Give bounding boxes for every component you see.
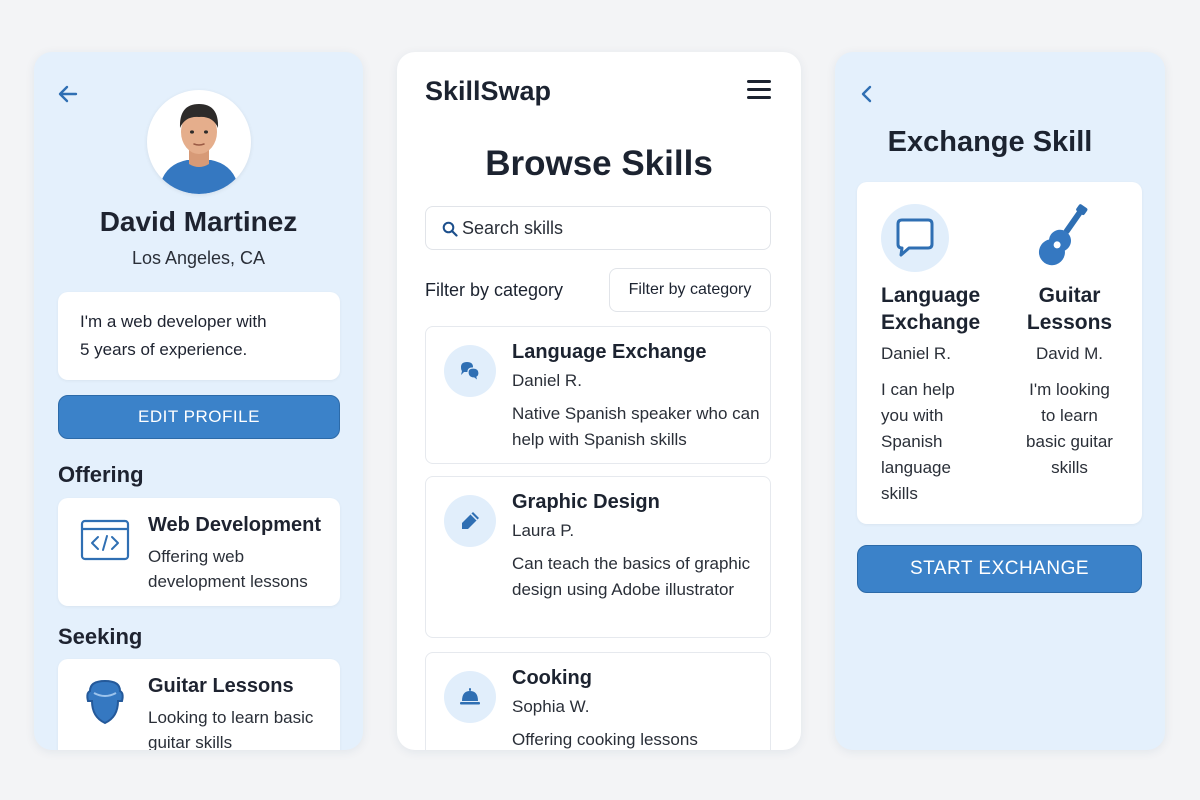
skill-list-item[interactable]: Cooking Sophia W. Offering cooking lesso…	[425, 652, 771, 750]
pen-icon	[444, 495, 496, 547]
cloche-icon	[444, 671, 496, 723]
exchange-user: Daniel R.	[881, 344, 951, 363]
offering-heading: Offering	[58, 462, 144, 487]
guitar-icon	[1033, 200, 1095, 270]
browse-panel: SkillSwap Browse Skills Filter by catego…	[397, 52, 801, 750]
skill-author: Sophia W.	[512, 697, 590, 716]
bio-card: I'm a web developer with 5 years of expe…	[58, 292, 340, 380]
hamburger-menu-icon[interactable]	[747, 80, 771, 102]
exchange-description: I'm looking to learn basic guitar skills	[1026, 380, 1113, 477]
exchange-skill-title: Guitar Lessons	[1026, 284, 1113, 334]
profile-name: David Martinez	[99, 206, 298, 237]
skill-title: Cooking	[512, 667, 592, 689]
category-filter-select[interactable]: Filter by category	[609, 268, 771, 312]
seeking-skill-description: Looking to learn basic guitar skills	[148, 708, 314, 750]
offering-skill-card[interactable]: Web Development Offering web development…	[58, 498, 340, 606]
search-input[interactable]	[462, 207, 762, 249]
offering-skill-title: Web Development	[148, 514, 321, 536]
skill-title: Graphic Design	[512, 491, 660, 513]
chevron-left-icon[interactable]	[857, 82, 877, 106]
exchange-skill-title: Language Exchange	[881, 284, 981, 334]
bio-text-line: I'm a web developer with	[80, 312, 267, 331]
skill-description: Offering cooking lessons	[512, 730, 698, 749]
exchange-user: David M.	[1035, 344, 1104, 363]
back-arrow-icon[interactable]	[56, 82, 80, 106]
chat-bubbles-icon	[444, 345, 496, 397]
seeking-skill-title: Guitar Lessons	[148, 675, 294, 697]
skill-list-item[interactable]: Graphic Design Laura P. Can teach the ba…	[425, 476, 771, 638]
bio-text-line: 5 years of experience.	[80, 340, 248, 359]
code-window-icon	[80, 518, 130, 562]
skill-description: Can teach the basics of graphic design u…	[512, 554, 751, 599]
profile-location: Los Angeles, CA	[131, 248, 266, 268]
edit-profile-button[interactable]: EDIT PROFILE	[58, 395, 340, 439]
skill-title: Language Exchange	[512, 341, 707, 363]
exchange-description: I can help you with Spanish language ski…	[881, 380, 955, 503]
start-exchange-button[interactable]: START EXCHANGE	[857, 545, 1142, 593]
chat-bubble-icon	[881, 204, 949, 272]
filter-label: Filter by category	[425, 280, 564, 300]
seeking-skill-card[interactable]: Guitar Lessons Looking to learn basic gu…	[58, 659, 340, 750]
exchange-title: Exchange Skill	[887, 126, 1093, 158]
search-icon	[442, 221, 458, 237]
avatar	[147, 90, 251, 194]
app-title: SkillSwap	[425, 76, 552, 106]
search-box[interactable]	[425, 206, 771, 250]
page-title: Browse Skills	[485, 144, 713, 183]
skill-list-item[interactable]: Language Exchange Daniel R. Native Spani…	[425, 326, 771, 464]
skill-author: Daniel R.	[512, 371, 582, 390]
profile-panel: David Martinez Los Angeles, CA I'm a web…	[34, 52, 363, 750]
exchange-panel: Exchange Skill Language Exchange Daniel …	[835, 52, 1165, 750]
skill-description: Native Spanish speaker who can help with…	[512, 404, 760, 449]
seeking-heading: Seeking	[58, 624, 143, 649]
guitar-icon	[80, 677, 130, 725]
offering-skill-description: Offering web development lessons	[148, 547, 308, 591]
skill-author: Laura P.	[512, 521, 575, 540]
exchange-card: Language Exchange Daniel R. I can help y…	[857, 182, 1142, 524]
